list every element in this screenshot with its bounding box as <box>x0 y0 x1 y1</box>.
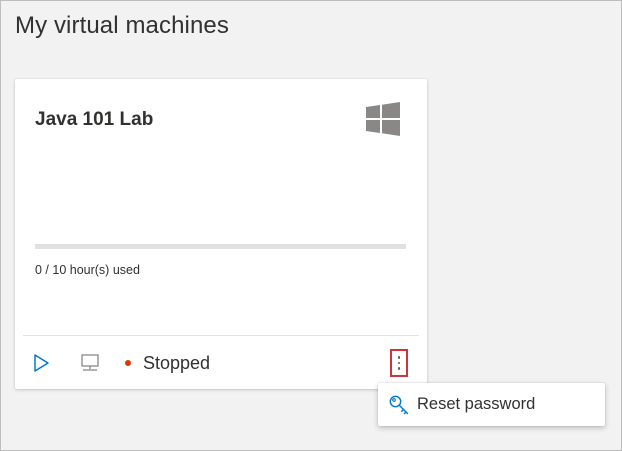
status-indicator-dot <box>125 360 131 366</box>
vm-card: Java 101 Lab 0 / 10 hour(s) used Stopped <box>15 79 427 389</box>
usage-progress-bar <box>35 244 406 249</box>
page-title: My virtual machines <box>15 12 229 39</box>
usage-text: 0 / 10 hour(s) used <box>35 263 140 277</box>
monitor-icon <box>81 354 99 371</box>
context-menu: Reset password <box>378 383 605 426</box>
key-icon <box>389 395 409 415</box>
play-icon <box>34 354 49 372</box>
windows-logo-icon <box>366 102 400 136</box>
vm-status: Stopped <box>143 353 211 373</box>
more-options-button[interactable] <box>390 349 408 377</box>
vm-name: Java 101 Lab <box>35 109 154 130</box>
menu-item-reset-password[interactable]: Reset password <box>378 383 605 426</box>
connect-vm-button[interactable] <box>79 352 101 374</box>
more-vertical-icon <box>397 354 401 371</box>
start-vm-button[interactable] <box>33 352 51 374</box>
card-divider <box>23 335 419 336</box>
menu-item-label: Reset password <box>417 395 536 413</box>
